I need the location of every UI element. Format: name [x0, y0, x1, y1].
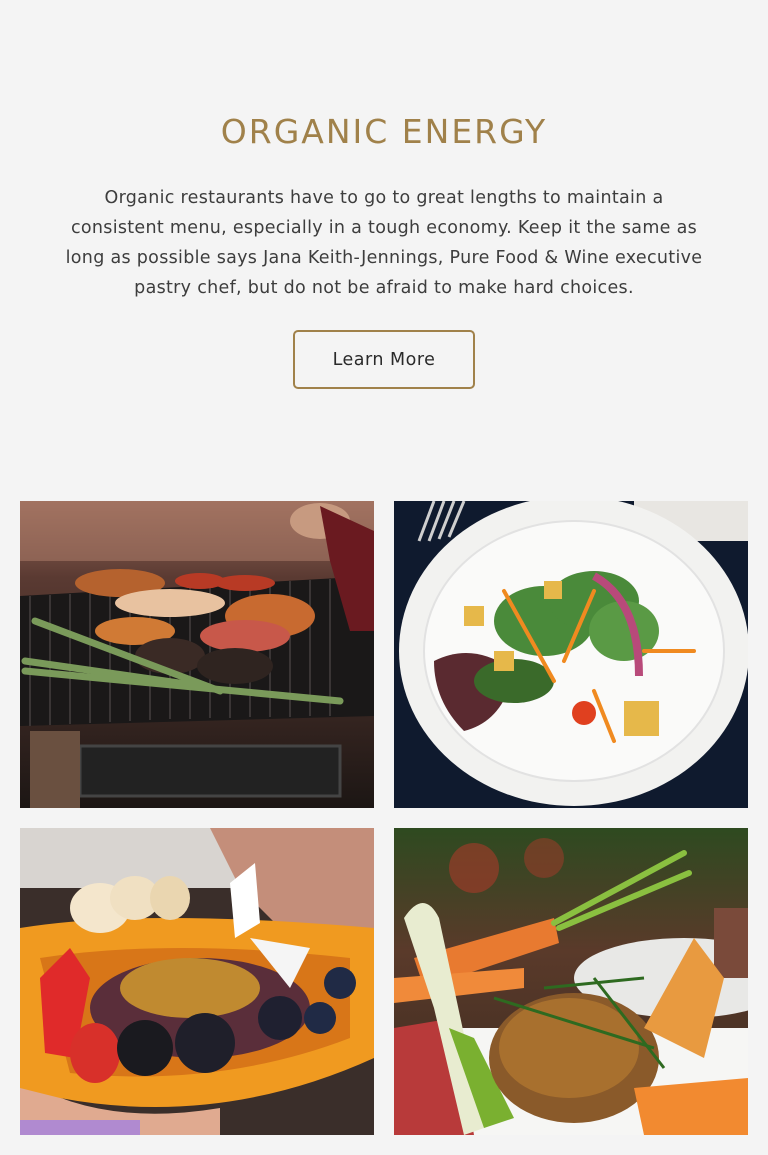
- gallery-image-plated-dish[interactable]: [394, 828, 748, 1135]
- grill-photo: [20, 501, 374, 808]
- learn-more-button[interactable]: Learn More: [293, 330, 475, 389]
- section-title: ORGANIC ENERGY: [220, 112, 548, 151]
- salad-photo: [394, 501, 748, 808]
- gallery-image-salad[interactable]: [394, 501, 748, 808]
- gallery-image-grill[interactable]: [20, 501, 374, 808]
- gallery-image-papaya[interactable]: [20, 828, 374, 1135]
- papaya-photo: [20, 828, 374, 1135]
- section-description: Organic restaurants have to go to great …: [65, 188, 703, 298]
- intro-section: ORGANIC ENERGY Organic restaurants have …: [0, 0, 768, 470]
- plated-dish-photo: [394, 828, 748, 1135]
